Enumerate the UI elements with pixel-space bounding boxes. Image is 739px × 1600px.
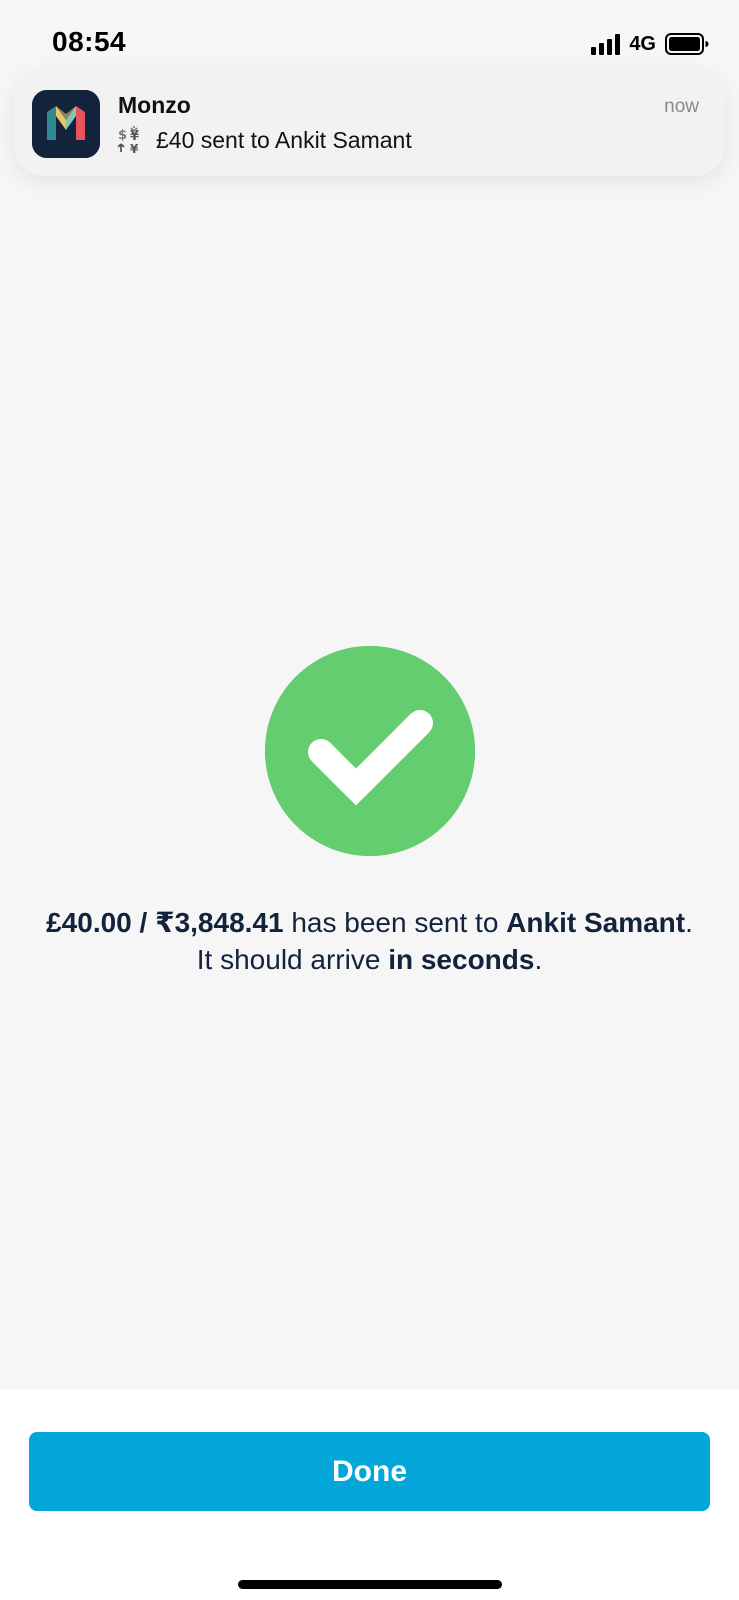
notification-body: $ ¥ ¥ £40 sent to Ankit Samant <box>118 126 412 154</box>
message-text-3: . <box>534 944 543 975</box>
notification-app-name: Monzo <box>118 92 191 118</box>
svg-text:$: $ <box>118 128 127 143</box>
network-label: 4G <box>629 32 656 55</box>
svg-text:¥: ¥ <box>130 142 139 154</box>
status-bar: 08:54 4G <box>0 0 739 80</box>
notification-time: now <box>664 96 699 117</box>
checkmark-icon <box>265 646 475 856</box>
message-text-1: has been sent to <box>283 907 507 938</box>
notification-message: £40 sent to Ankit Samant <box>156 126 412 153</box>
currency-exchange-icon: $ ¥ ¥ <box>118 126 139 154</box>
success-message: £40.00 / ₹3,848.41 has been sent to Anki… <box>40 904 699 978</box>
sent-amount: £40.00 / ₹3,848.41 <box>46 907 284 938</box>
bottom-action-area: Done <box>0 1389 739 1600</box>
notification-banner[interactable]: Monzo now $ ¥ ¥ £40 sent to Ankit Samant <box>14 70 725 176</box>
status-indicators: 4G <box>591 30 709 58</box>
arrival-time: in seconds <box>388 944 535 975</box>
status-time: 08:54 <box>52 26 127 57</box>
monzo-app-icon <box>32 90 100 158</box>
signal-icon <box>591 33 621 55</box>
success-checkmark-circle <box>265 646 475 856</box>
recipient-name: Ankit Samant <box>506 907 686 938</box>
battery-icon <box>665 33 709 55</box>
home-indicator[interactable] <box>238 1580 502 1589</box>
done-button[interactable]: Done <box>29 1432 710 1511</box>
